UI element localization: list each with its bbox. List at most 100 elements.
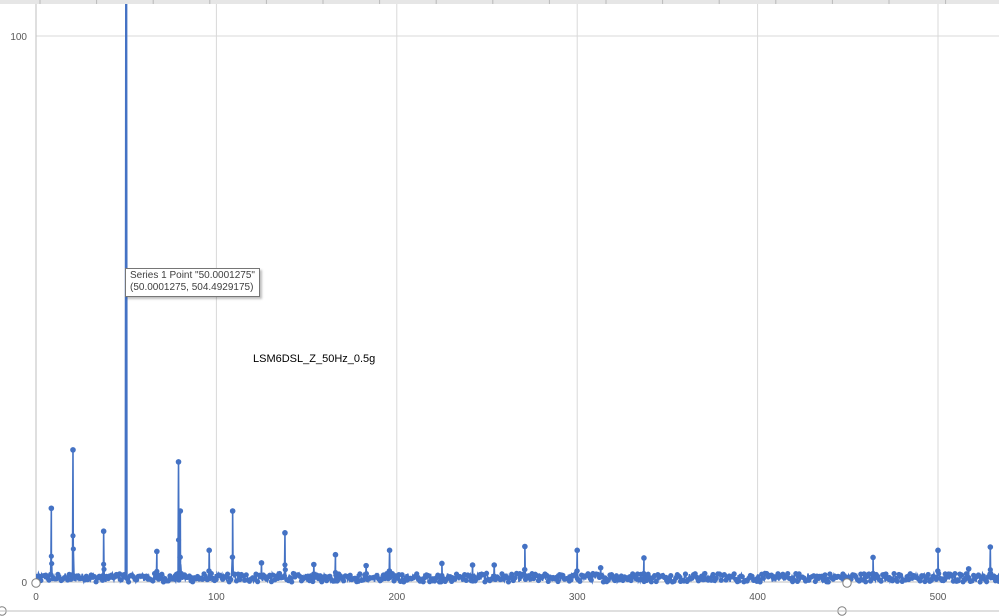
data-point-marker: [469, 573, 476, 579]
x-tick-label: 200: [388, 592, 405, 603]
data-point-marker: [568, 577, 574, 583]
data-point-marker: [785, 570, 791, 577]
data-point-marker: [332, 551, 339, 558]
data-point-marker: [159, 571, 165, 577]
data-point-marker: [987, 544, 994, 550]
data-point-marker: [243, 572, 249, 578]
data-point-marker: [70, 546, 76, 552]
data-point-marker: [201, 571, 207, 577]
data-point-marker: [439, 572, 445, 579]
selection-handle: [842, 578, 852, 588]
data-point-marker: [357, 571, 363, 577]
data-point-marker: [822, 572, 828, 578]
data-point-marker: [870, 554, 876, 561]
data-point-marker: [100, 528, 107, 535]
data-point-marker: [228, 576, 234, 583]
axes: 0 100 200 300 400 500 0 100: [10, 4, 999, 603]
data-point-marker: [363, 562, 369, 569]
data-point-marker: [894, 578, 900, 584]
data-point-marker: [154, 568, 160, 574]
data-point-marker: [682, 571, 689, 577]
data-point-marker: [255, 579, 261, 585]
data-point-marker: [101, 561, 107, 567]
data-point-marker: [555, 578, 561, 585]
data-point-marker: [175, 537, 182, 543]
x-tick-label: 500: [930, 592, 947, 603]
data-point-marker: [282, 567, 288, 573]
data-point-marker: [175, 459, 182, 465]
data-point-marker: [177, 508, 184, 514]
data-point-marker: [512, 575, 518, 581]
data-point-marker: [641, 570, 647, 577]
data-point-marker: [332, 569, 339, 576]
data-point-marker: [952, 570, 958, 577]
data-point-marker: [955, 578, 961, 584]
data-point-marker: [49, 560, 55, 567]
data-point-marker: [577, 578, 583, 584]
data-point-marker: [641, 555, 647, 561]
data-point-marker: [731, 571, 737, 577]
x-tick-label: 400: [749, 592, 766, 603]
data-point-marker: [48, 505, 55, 512]
data-point-marker: [125, 579, 132, 585]
data-point-marker: [718, 577, 724, 583]
data-point-marker: [987, 567, 993, 573]
data-point-marker: [668, 573, 674, 579]
data-point-marker: [897, 572, 904, 578]
data-point-marker: [386, 568, 393, 574]
chart-selection-handles[interactable]: [0, 578, 999, 616]
data-point-marker: [935, 547, 941, 554]
data-point-marker: [863, 579, 869, 585]
data-point-marker: [229, 508, 236, 514]
data-point-marker: [311, 573, 317, 579]
data-point-marker: [483, 570, 490, 576]
x-tick-label: 0: [33, 592, 39, 603]
data-point-marker: [878, 578, 884, 584]
data-point-marker: [101, 566, 107, 572]
data-point-tooltip: Series 1 Point "50.0001275" (50.0001275,…: [125, 268, 260, 297]
data-point-marker: [522, 566, 528, 573]
y-tick-label: 100: [10, 32, 27, 43]
data-point-marker: [676, 573, 682, 579]
data-point-marker: [311, 561, 317, 568]
data-point-marker: [736, 578, 742, 584]
data-point-marker: [891, 570, 897, 577]
x-tick-label: 100: [208, 592, 225, 603]
data-point-marker: [984, 579, 990, 585]
data-point-marker: [925, 571, 931, 578]
data-point-marker: [597, 565, 604, 571]
data-point-marker: [574, 547, 580, 554]
chart: 0 100 200 300 400 500 0 100: [0, 0, 999, 616]
data-point-marker: [653, 578, 659, 585]
data-point-marker: [289, 579, 295, 585]
data-point-marker: [334, 578, 340, 584]
data-point-marker: [870, 570, 876, 577]
data-point-marker: [70, 447, 76, 453]
x-tick-label: 300: [569, 592, 586, 603]
data-point-marker: [598, 574, 604, 580]
data-point-marker: [760, 575, 766, 581]
data-point-marker: [425, 572, 431, 579]
data-point-marker: [258, 560, 265, 566]
data-point-marker: [258, 572, 265, 578]
data-point-marker: [522, 543, 528, 550]
data-point-marker: [282, 530, 288, 536]
data-point-marker: [439, 560, 445, 567]
data-point-marker: [224, 571, 231, 577]
data-point-marker: [363, 573, 369, 579]
data-point-marker: [965, 566, 972, 572]
selection-handle: [31, 578, 41, 588]
data-point-marker: [206, 547, 212, 554]
spreadsheet-column-header-row: [0, 0, 999, 4]
y-tick-label: 0: [21, 578, 27, 589]
data-point-marker: [230, 554, 236, 560]
chart-annotation-label: LSM6DSL_Z_50Hz_0.5g: [253, 353, 376, 365]
data-point-marker: [825, 579, 831, 585]
data-point-marker: [186, 573, 193, 579]
data-point-marker: [469, 562, 476, 568]
data-point-marker: [588, 577, 594, 583]
data-point-marker: [48, 553, 54, 559]
tooltip-line-1: Series 1 Point "50.0001275": [130, 270, 255, 281]
header-strip: [0, 0, 999, 4]
data-point-marker: [399, 572, 405, 578]
